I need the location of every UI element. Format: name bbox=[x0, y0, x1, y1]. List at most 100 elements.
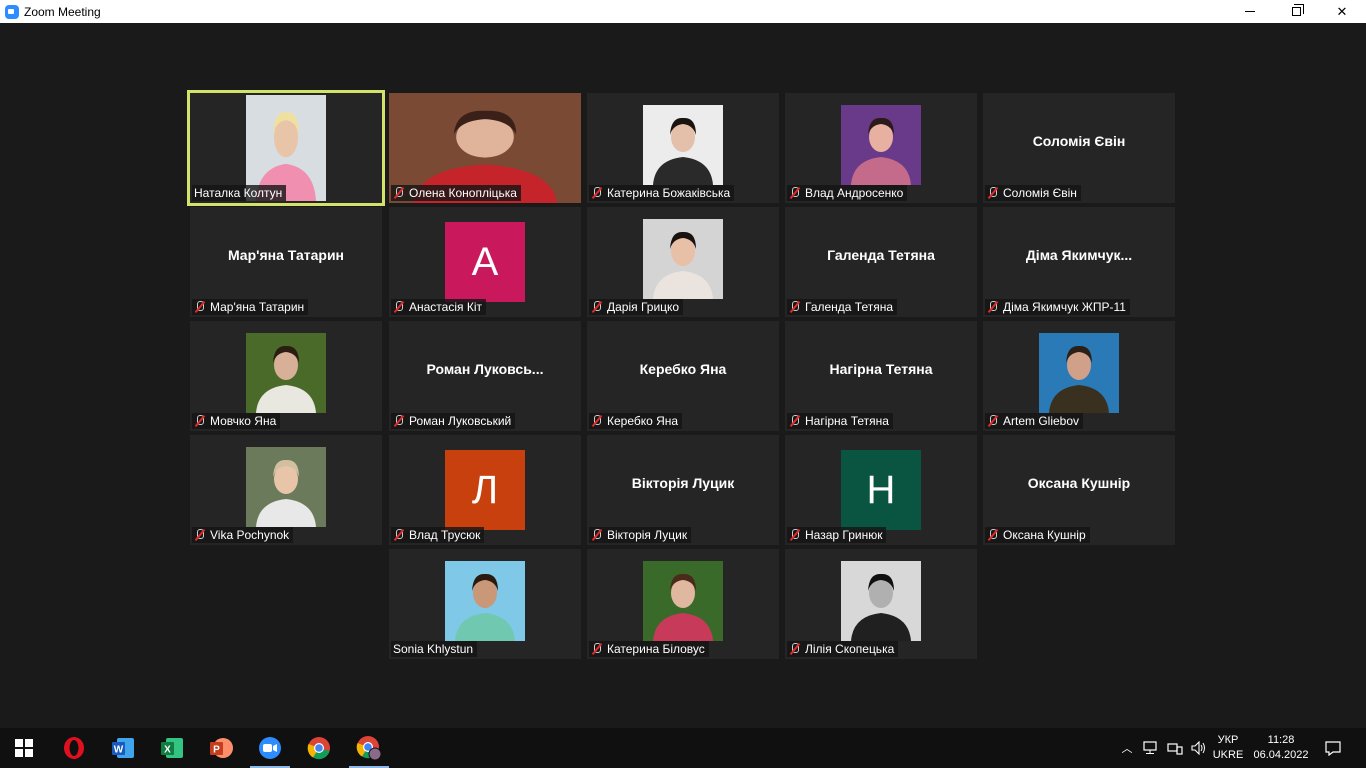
participant-avatar: Л bbox=[445, 450, 525, 530]
taskbar-zoom[interactable] bbox=[246, 728, 294, 768]
participant-tile[interactable]: Соломiя Євiн Соломiя Євiн bbox=[983, 93, 1175, 203]
restore-button[interactable] bbox=[1273, 0, 1319, 23]
chevron-up-icon: ︿ bbox=[1121, 743, 1133, 755]
participant-tile[interactable]: Sonia Khlystun bbox=[389, 549, 581, 659]
participant-name-label: Катерина Божакiвська bbox=[589, 185, 735, 201]
muted-mic-icon bbox=[789, 415, 800, 427]
language-indicator[interactable]: УКР UKRE bbox=[1211, 728, 1245, 768]
participant-tile[interactable]: Мовчко Яна bbox=[190, 321, 382, 431]
network-icon bbox=[1143, 741, 1157, 754]
tray-overflow-button[interactable]: ︿ bbox=[1117, 728, 1137, 768]
action-center-button[interactable] bbox=[1318, 728, 1348, 768]
participant-name-label: Наталка Колтун bbox=[192, 185, 287, 201]
start-button[interactable] bbox=[0, 728, 48, 768]
participant-tile[interactable]: Artem Gliebov bbox=[983, 321, 1175, 431]
taskbar-chrome-profile[interactable] bbox=[345, 728, 393, 768]
zoom-app-icon bbox=[5, 4, 19, 19]
windows-taskbar: W X P ︿ УКР UKRE 11:28 06.04.2022 bbox=[0, 728, 1366, 768]
participant-video bbox=[841, 561, 921, 641]
participant-name-label: Нагiрна Тетяна bbox=[787, 413, 893, 429]
participant-name: Анастасiя Кiт bbox=[409, 300, 482, 314]
participant-tile[interactable]: Олена Коноплiцька bbox=[389, 93, 581, 203]
word-icon: W bbox=[112, 738, 134, 758]
windows-logo-icon bbox=[15, 739, 33, 757]
excel-icon: X bbox=[161, 738, 183, 758]
tray-volume[interactable] bbox=[1188, 728, 1210, 768]
participant-video bbox=[643, 219, 723, 299]
volume-icon bbox=[1191, 741, 1205, 755]
taskbar-powerpoint[interactable]: P bbox=[197, 728, 245, 768]
participant-tile[interactable]: Керебко Яна Керебко Яна bbox=[587, 321, 779, 431]
tray-devices[interactable] bbox=[1164, 728, 1186, 768]
participant-name-label: Дарiя Грицко bbox=[589, 299, 684, 315]
participant-video bbox=[246, 333, 326, 413]
participant-name: Катерина Бiловус bbox=[607, 642, 705, 656]
participant-name-label: Назар Гринюк bbox=[787, 527, 887, 543]
participant-name: Соломiя Євiн bbox=[1003, 186, 1077, 200]
tray-network[interactable] bbox=[1140, 728, 1162, 768]
participant-display-name: Вiкторiя Луцик bbox=[631, 475, 735, 491]
participant-tile[interactable]: Оксана Кушнiр Оксана Кушнiр bbox=[983, 435, 1175, 545]
muted-mic-icon bbox=[393, 529, 404, 541]
participant-name-label: Sonia Khlystun bbox=[391, 641, 478, 657]
muted-mic-icon bbox=[987, 301, 998, 313]
participant-name-label: Керебко Яна bbox=[589, 413, 683, 429]
participant-tile[interactable]: Лiлiя Скопецька bbox=[785, 549, 977, 659]
participant-display-name: Мар'яна Татарин bbox=[227, 247, 345, 263]
participant-display-name: Нагiрна Тетяна bbox=[829, 361, 933, 377]
muted-mic-icon bbox=[987, 187, 998, 199]
participant-name-label: Лiлiя Скопецька bbox=[787, 641, 899, 657]
participant-tile[interactable]: Нагiрна Тетяна Нагiрна Тетяна bbox=[785, 321, 977, 431]
participant-tile[interactable]: Катерина Божакiвська bbox=[587, 93, 779, 203]
participant-name-label: Катерина Бiловус bbox=[589, 641, 709, 657]
participant-tile[interactable]: Дiма Якимчук... Дiма Якимчук ЖПР-11 bbox=[983, 207, 1175, 317]
window-titlebar: Zoom Meeting ✕ bbox=[0, 0, 1366, 23]
muted-mic-icon bbox=[591, 643, 602, 655]
participant-name: Нагiрна Тетяна bbox=[805, 414, 889, 428]
zoom-icon bbox=[259, 737, 281, 759]
participant-name: Наталка Колтун bbox=[194, 186, 283, 200]
taskbar-opera[interactable] bbox=[50, 728, 98, 768]
participant-name: Влад Андросенко bbox=[805, 186, 904, 200]
participant-tile[interactable]: Наталка Колтун bbox=[187, 90, 385, 206]
participant-name: Мар'яна Татарин bbox=[210, 300, 305, 314]
taskbar-word[interactable]: W bbox=[99, 728, 147, 768]
taskbar-chrome[interactable] bbox=[295, 728, 343, 768]
svg-text:X: X bbox=[164, 745, 171, 756]
participant-name-label: Олена Коноплiцька bbox=[391, 185, 521, 201]
participant-video bbox=[643, 105, 723, 185]
participant-name-label: Мовчко Яна bbox=[192, 413, 281, 429]
muted-mic-icon bbox=[789, 643, 800, 655]
taskbar-excel[interactable]: X bbox=[148, 728, 196, 768]
participant-tile[interactable]: Катерина Бiловус bbox=[587, 549, 779, 659]
clock[interactable]: 11:28 06.04.2022 bbox=[1250, 728, 1312, 768]
participant-tile[interactable]: A Анастасiя Кiт bbox=[389, 207, 581, 317]
participant-name: Artem Gliebov bbox=[1003, 414, 1080, 428]
powerpoint-icon: P bbox=[210, 738, 233, 758]
participant-tile[interactable]: Влад Андросенко bbox=[785, 93, 977, 203]
muted-mic-icon bbox=[591, 529, 602, 541]
participant-avatar: A bbox=[445, 222, 525, 302]
muted-mic-icon bbox=[789, 529, 800, 541]
participant-tile[interactable]: Дарiя Грицко bbox=[587, 207, 779, 317]
participant-display-name: Соломiя Євiн bbox=[1032, 133, 1126, 149]
participant-name: Вiкторiя Луцик bbox=[607, 528, 688, 542]
participant-name-label: Роман Луковський bbox=[391, 413, 516, 429]
participant-avatar: Н bbox=[841, 450, 921, 530]
participant-tile[interactable]: Вiкторiя Луцик Вiкторiя Луцик bbox=[587, 435, 779, 545]
gallery-view: Наталка Колтун Олена Коноплiцька Катерин… bbox=[0, 23, 1366, 728]
participant-name-label: Оксана Кушнiр bbox=[985, 527, 1090, 543]
minimize-button[interactable] bbox=[1227, 0, 1273, 23]
participant-name-label: Влад Андросенко bbox=[787, 185, 908, 201]
participant-tile[interactable]: Мар'яна Татарин Мар'яна Татарин bbox=[190, 207, 382, 317]
participant-tile[interactable]: Vika Pochynok bbox=[190, 435, 382, 545]
clock-date: 06.04.2022 bbox=[1253, 749, 1309, 761]
window-title: Zoom Meeting bbox=[24, 4, 101, 19]
close-button[interactable]: ✕ bbox=[1319, 0, 1365, 23]
close-icon: ✕ bbox=[1336, 3, 1348, 19]
participant-tile[interactable]: Галенда Тетяна Галенда Тетяна bbox=[785, 207, 977, 317]
participant-tile[interactable]: Л Влад Трусюк bbox=[389, 435, 581, 545]
participant-tile[interactable]: Роман Луковсь... Роман Луковський bbox=[389, 321, 581, 431]
participant-tile[interactable]: Н Назар Гринюк bbox=[785, 435, 977, 545]
participant-name: Галенда Тетяна bbox=[805, 300, 894, 314]
